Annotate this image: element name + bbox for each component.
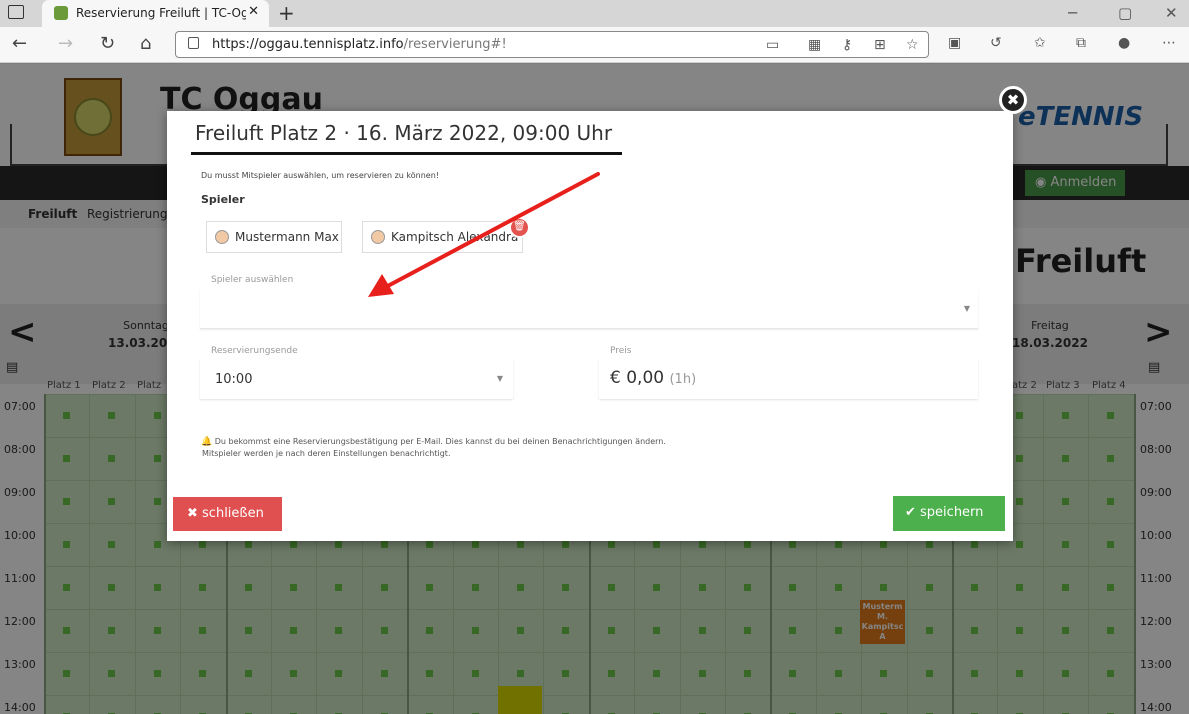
reload-icon[interactable]: ↻: [100, 33, 115, 54]
extension-icon[interactable]: ▣: [948, 35, 961, 51]
back-arrow-icon[interactable]: ←: [12, 33, 27, 54]
save-button-label: speichern: [920, 505, 984, 520]
qr-icon[interactable]: ▦: [808, 37, 821, 53]
price-label: Preis: [610, 346, 632, 356]
key-icon[interactable]: ⚷: [842, 37, 852, 53]
window-close-button[interactable]: ✕: [1165, 4, 1178, 22]
browser-tab[interactable]: Reservierung Freiluft | TC-Oggau ✕: [42, 0, 269, 27]
url-path: /reservierung#!: [403, 37, 507, 52]
refresh-extension-icon[interactable]: ↺: [990, 35, 1002, 51]
profile-icon[interactable]: ●: [1118, 35, 1130, 51]
end-label: Reservierungsende: [211, 346, 298, 356]
url-field[interactable]: https://oggau.tennisplatz.info/reservier…: [175, 31, 929, 58]
tab-close-icon[interactable]: ✕: [248, 4, 259, 19]
minimize-button[interactable]: ─: [1068, 4, 1077, 22]
player-chip[interactable]: Mustermann Max: [206, 221, 342, 253]
apps-icon[interactable]: ⊞: [874, 37, 886, 53]
close-button[interactable]: ✖ schließen: [173, 497, 282, 531]
close-icon[interactable]: ✖: [999, 86, 1027, 114]
cast-icon[interactable]: ▭: [766, 37, 779, 53]
address-bar-row: ← → ↻ ⌂ https://oggau.tennisplatz.info/r…: [0, 27, 1189, 63]
dialog-title: Freiluft Platz 2 · 16. März 2022, 09:00 …: [195, 121, 613, 145]
more-icon[interactable]: ⋯: [1162, 35, 1176, 51]
favicon-icon: [54, 6, 68, 20]
restore-button[interactable]: ▢: [1118, 4, 1132, 22]
end-time-select[interactable]: 10:00 ▼: [200, 359, 513, 399]
lock-icon: [188, 37, 199, 49]
annotation-arrow: [368, 172, 600, 297]
favorites-icon[interactable]: ✩: [1034, 35, 1046, 51]
player-name: Mustermann Max: [235, 230, 339, 244]
close-button-label: schließen: [202, 506, 264, 521]
price-field: € 0,00 (1h): [599, 359, 978, 399]
annotation-arrow-line: [382, 172, 600, 290]
price-duration: (1h): [669, 372, 697, 387]
bell-icon: 🔔: [201, 437, 213, 447]
info-line-2: Mitspieler werden je nach deren Einstell…: [202, 449, 451, 458]
save-button[interactable]: ✔ speichern: [893, 496, 1005, 531]
browser-tab-bar: Reservierung Freiluft | TC-Oggau ✕ + ─ ▢…: [0, 0, 1189, 27]
price-value: € 0,00: [610, 368, 665, 388]
avatar-icon: [215, 230, 229, 244]
info-text: 🔔 Du bekommst eine Reservierungsbestätig…: [201, 436, 666, 460]
title-underline: [191, 152, 622, 155]
url-host: https://oggau.tennisplatz.info: [212, 37, 404, 52]
players-label: Spieler: [201, 193, 245, 206]
select-label: Spieler auswählen: [211, 275, 294, 285]
favorite-icon[interactable]: ☆: [906, 37, 919, 53]
collections-icon[interactable]: ⧉: [1076, 35, 1086, 51]
home-icon[interactable]: ⌂: [140, 33, 151, 54]
info-line-1: Du bekommst eine Reservierungsbestätigun…: [214, 437, 666, 446]
chevron-down-icon: ▼: [496, 374, 503, 383]
end-time-value: 10:00: [215, 372, 253, 387]
new-tab-button[interactable]: +: [278, 1, 295, 25]
forward-arrow-icon[interactable]: →: [58, 33, 73, 54]
chevron-down-icon: ▼: [963, 304, 970, 313]
url-text: https://oggau.tennisplatz.info/reservier…: [212, 37, 507, 52]
tab-title: Reservierung Freiluft | TC-Oggau: [76, 6, 246, 20]
tab-actions-icon[interactable]: [8, 5, 24, 19]
